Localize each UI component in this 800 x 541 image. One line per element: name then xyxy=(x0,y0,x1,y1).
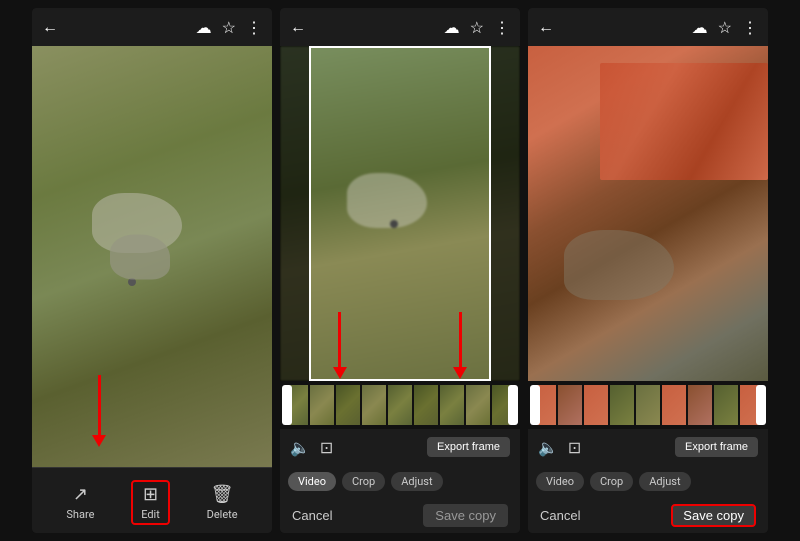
screen2-volume-icon[interactable]: 🔈 xyxy=(290,438,310,457)
tab-adjust[interactable]: Adjust xyxy=(391,472,442,491)
screen3-strip-handle-left[interactable] xyxy=(530,385,540,425)
screen2-top-icons: ☁ ☆ ⋮ xyxy=(444,18,510,37)
edit-label: Edit xyxy=(141,508,160,521)
top-bar-icons: ☁ ☆ ⋮ xyxy=(196,18,262,37)
screen3-bottom-actions: Cancel Save copy xyxy=(528,497,768,533)
arrow-head-right xyxy=(453,367,467,379)
screen1-image xyxy=(32,46,272,467)
s3-frame-8 xyxy=(714,385,738,425)
screen3-top-icons: ☁ ☆ ⋮ xyxy=(692,18,758,37)
screen2-back-icon[interactable]: ← xyxy=(290,17,306,37)
screen1: ← ☁ ☆ ⋮ ↗ xyxy=(32,8,272,533)
red-arrow-right xyxy=(453,312,467,379)
strip-frame-5 xyxy=(388,385,412,425)
screen3-controls-bar: 🔈 ⊡ Export frame xyxy=(528,429,768,465)
screen2-star-icon[interactable]: ☆ xyxy=(470,18,484,37)
screen2-video-strip xyxy=(280,381,520,429)
dot xyxy=(128,278,136,286)
cloud-icon[interactable]: ☁ xyxy=(196,18,212,37)
screen2-cancel-btn[interactable]: Cancel xyxy=(292,508,332,523)
screen2-cloud-icon[interactable]: ☁ xyxy=(444,18,460,37)
screen3-tab-video[interactable]: Video xyxy=(536,472,584,491)
arrow-head-left xyxy=(333,367,347,379)
screen2-export-btn[interactable]: Export frame xyxy=(427,437,510,457)
red-arrow-left xyxy=(333,312,347,379)
tab-crop[interactable]: Crop xyxy=(342,472,385,491)
screen3-tab-adjust[interactable]: Adjust xyxy=(639,472,690,491)
screen3-strip-handle-right[interactable] xyxy=(756,385,766,425)
delete-label: Delete xyxy=(207,508,238,521)
strip-frame-2 xyxy=(310,385,334,425)
screen3-frames-icon[interactable]: ⊡ xyxy=(568,438,581,457)
screen2-frames-icon[interactable]: ⊡ xyxy=(320,438,333,457)
screen1-top-bar: ← ☁ ☆ ⋮ xyxy=(32,8,272,46)
screen2-more-icon[interactable]: ⋮ xyxy=(494,18,510,37)
screen2-controls-bar: 🔈 ⊡ Export frame xyxy=(280,429,520,465)
screenshots-container: ← ☁ ☆ ⋮ ↗ xyxy=(0,0,800,541)
strip-frame-4 xyxy=(362,385,386,425)
screen3-rock xyxy=(564,230,674,300)
screen3: ← ☁ ☆ ⋮ xyxy=(528,8,768,533)
strip-frame-3 xyxy=(336,385,360,425)
screen3-back-icon[interactable]: ← xyxy=(538,17,554,37)
screen2-tabs-bar: Video Crop Adjust xyxy=(280,465,520,497)
screen1-bottom-bar: ↗ Share ⊞ Edit 🗑 Delete xyxy=(32,467,272,533)
screen2-top-bar: ← ☁ ☆ ⋮ xyxy=(280,8,520,46)
screen3-image-area xyxy=(528,46,768,381)
screen3-export-btn[interactable]: Export frame xyxy=(675,437,758,457)
star-icon[interactable]: ☆ xyxy=(222,18,236,37)
screen2-image-area xyxy=(280,46,520,381)
logs-shape xyxy=(600,63,768,180)
screen3-cancel-btn[interactable]: Cancel xyxy=(540,508,580,523)
screen3-video-strip xyxy=(528,381,768,429)
s3-frame-2 xyxy=(558,385,582,425)
s3-frame-5 xyxy=(636,385,660,425)
strip-frame-6 xyxy=(414,385,438,425)
arrow-line-left xyxy=(338,312,341,367)
s3-frame-4 xyxy=(610,385,634,425)
strip-frame-7 xyxy=(440,385,464,425)
screen3-tabs-bar: Video Crop Adjust xyxy=(528,465,768,497)
arrow-line-right xyxy=(459,312,462,367)
screen2: ← ☁ ☆ ⋮ xyxy=(280,8,520,533)
share-action[interactable]: ↗ Share xyxy=(66,484,94,521)
screen3-star-icon[interactable]: ☆ xyxy=(718,18,732,37)
edit-action[interactable]: ⊞ Edit xyxy=(131,480,170,525)
rock-shape xyxy=(92,193,182,253)
delete-icon: 🗑 xyxy=(211,484,234,505)
crop-outside-right xyxy=(491,46,520,381)
screen3-cloud-icon[interactable]: ☁ xyxy=(692,18,708,37)
s3-frame-6 xyxy=(662,385,686,425)
screen3-tab-crop[interactable]: Crop xyxy=(590,472,633,491)
crop-outside-left xyxy=(280,46,309,381)
screen3-image xyxy=(528,46,768,381)
screen2-save-btn[interactable]: Save copy xyxy=(423,504,508,527)
edit-icon: ⊞ xyxy=(143,484,158,505)
screen3-top-bar: ← ☁ ☆ ⋮ xyxy=(528,8,768,46)
strip-frame-8 xyxy=(466,385,490,425)
screen3-strip-inner xyxy=(532,385,764,425)
strip-inner xyxy=(284,385,516,425)
share-icon: ↗ xyxy=(73,484,88,505)
arrow-line xyxy=(98,375,101,435)
screen1-image-area xyxy=(32,46,272,467)
strip-handle-left[interactable] xyxy=(282,385,292,425)
screen3-more-icon[interactable]: ⋮ xyxy=(742,18,758,37)
strip-handle-right[interactable] xyxy=(508,385,518,425)
tab-video[interactable]: Video xyxy=(288,472,336,491)
screen2-bottom-actions: Cancel Save copy xyxy=(280,497,520,533)
delete-action[interactable]: 🗑 Delete xyxy=(207,484,238,521)
bottom-actions: ↗ Share ⊞ Edit 🗑 Delete xyxy=(32,476,272,529)
screen3-volume-icon[interactable]: 🔈 xyxy=(538,438,558,457)
back-icon[interactable]: ← xyxy=(42,17,58,37)
arrow-head xyxy=(92,435,106,447)
s3-frame-7 xyxy=(688,385,712,425)
s3-frame-3 xyxy=(584,385,608,425)
screen3-save-btn[interactable]: Save copy xyxy=(671,504,756,527)
red-arrow-1 xyxy=(92,375,106,447)
more-icon[interactable]: ⋮ xyxy=(246,18,262,37)
share-label: Share xyxy=(66,508,94,521)
